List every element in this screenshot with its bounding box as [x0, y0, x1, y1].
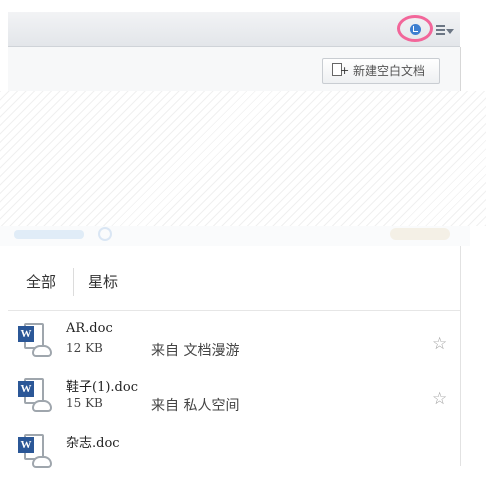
file-source: 来自 文档漫游	[151, 343, 240, 359]
file-name: AR.doc	[66, 321, 113, 336]
file-row[interactable]: W AR.doc 12 KB 来自 文档漫游 ☆	[8, 321, 460, 371]
word-cloud-document-icon: W	[18, 323, 52, 361]
filter-tabs: 全部 星标	[8, 246, 460, 311]
cropped-region	[0, 91, 486, 226]
new-document-label: 新建空白文档	[353, 64, 426, 78]
word-cloud-document-icon: W	[18, 434, 52, 472]
file-source: 来自 私人空间	[151, 398, 240, 414]
file-name: 杂志.doc	[66, 436, 120, 451]
top-toolbar	[8, 12, 460, 47]
plus-icon: +	[340, 64, 350, 77]
new-blank-document-button[interactable]: + 新建空白文档	[322, 58, 440, 84]
star-icon[interactable]: ☆	[432, 335, 447, 353]
file-size: 12 KB	[66, 341, 103, 355]
file-row[interactable]: W 鞋子(1).doc 15 KB 来自 私人空间 ☆	[8, 376, 460, 426]
cloud-sync-button[interactable]	[397, 15, 433, 42]
tab-all[interactable]: 全部	[26, 272, 56, 292]
word-cloud-document-icon: W	[18, 378, 52, 416]
document-list-panel: 全部 星标 W AR.doc 12 KB 来自 文档漫游 ☆ W 鞋子(1).d…	[8, 246, 461, 468]
partial-header-strip	[0, 226, 470, 246]
tab-divider	[73, 268, 74, 296]
cloud-sync-icon	[410, 24, 421, 35]
list-menu-button[interactable]	[436, 24, 454, 36]
star-icon[interactable]: ☆	[432, 390, 447, 408]
file-row[interactable]: W 杂志.doc	[8, 432, 460, 482]
file-name: 鞋子(1).doc	[66, 380, 138, 395]
tab-starred[interactable]: 星标	[88, 272, 118, 292]
file-size: 15 KB	[66, 396, 103, 410]
